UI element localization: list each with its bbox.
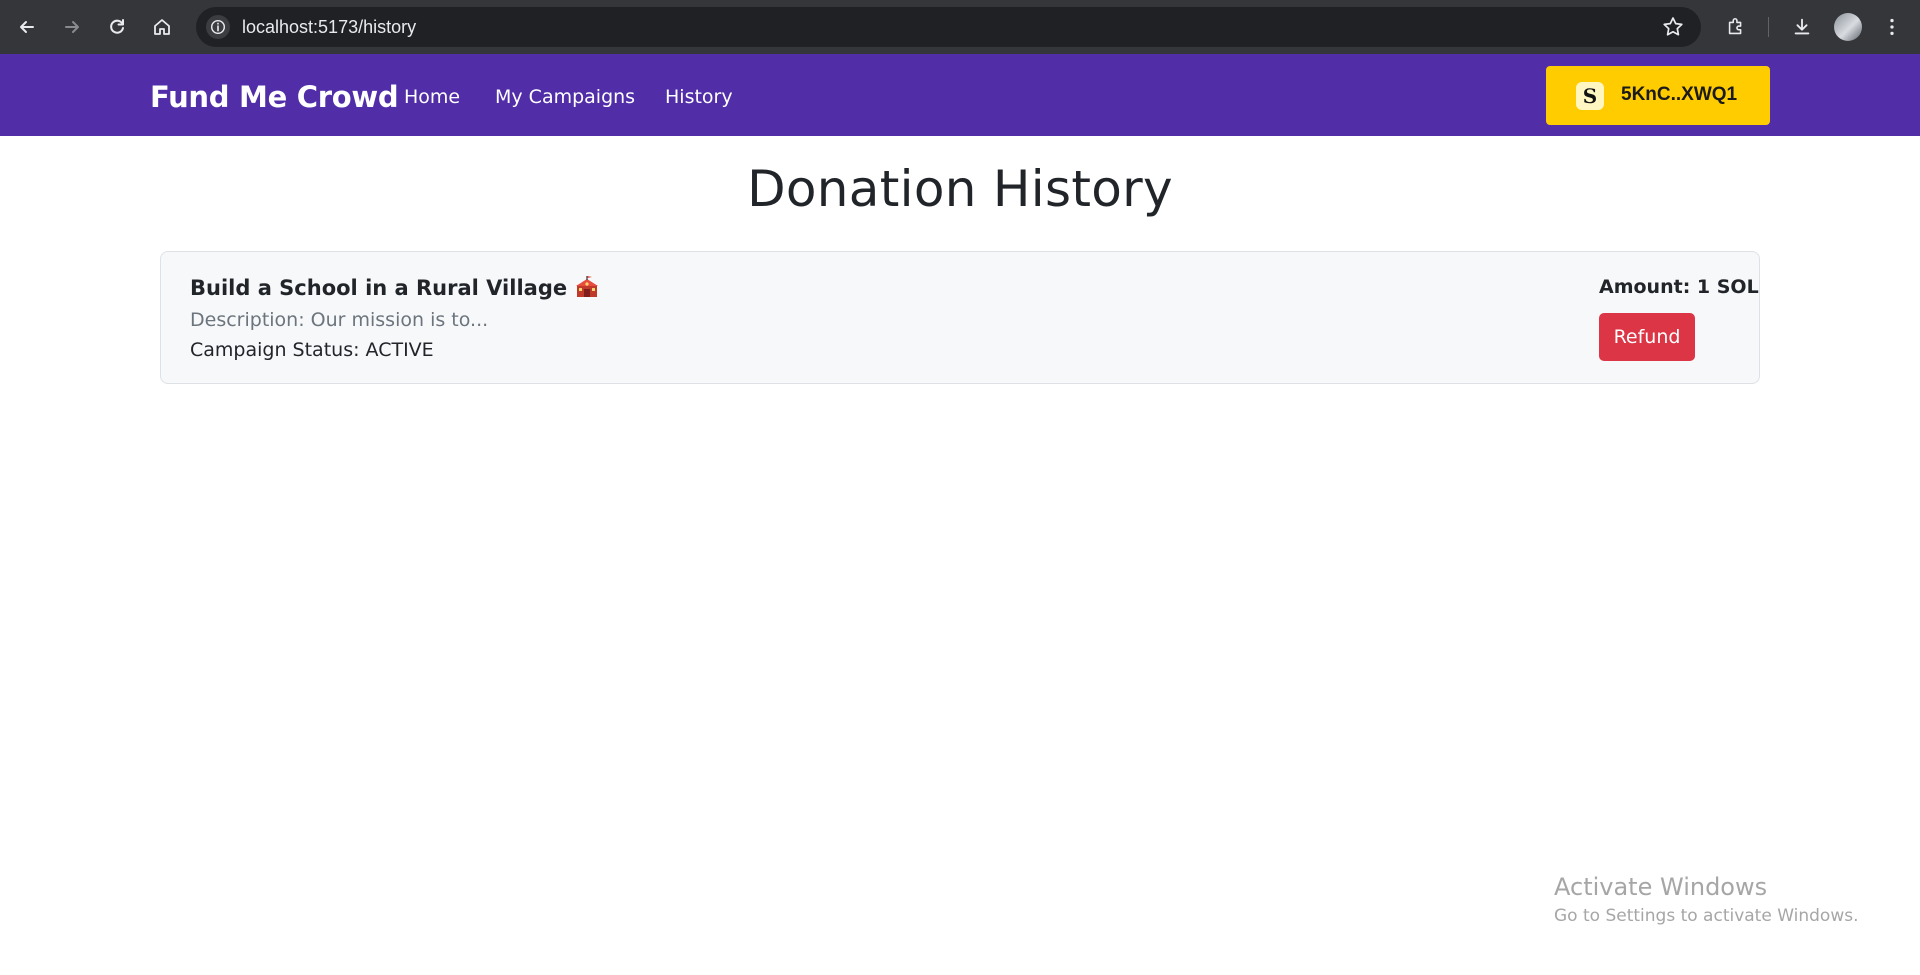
refund-button[interactable]: Refund <box>1599 313 1695 361</box>
bookmark-star-icon[interactable] <box>1661 15 1685 39</box>
donation-amount: Amount: 1 SOL <box>1599 276 1759 298</box>
profile-avatar[interactable] <box>1834 13 1862 41</box>
extensions-button[interactable] <box>1721 12 1751 42</box>
download-icon <box>1794 18 1810 35</box>
reload-icon <box>110 19 124 34</box>
browser-menu-button[interactable] <box>1877 12 1907 42</box>
downloads-button[interactable] <box>1787 12 1817 42</box>
more-vertical-icon <box>1890 18 1894 36</box>
browser-toolbar: localhost:5173/history <box>0 0 1920 54</box>
brand-logo-text[interactable]: Fund Me Crowd <box>150 80 399 114</box>
forward-button[interactable] <box>57 12 87 42</box>
donation-card: Build a School in a Rural Village Descri… <box>160 251 1760 384</box>
site-info-icon[interactable] <box>206 15 230 39</box>
page-title: Donation History <box>747 160 1173 218</box>
wallet-connect-button[interactable]: S 5KnC..XWQ1 <box>1546 66 1770 125</box>
app-navbar: Fund Me Crowd Home My Campaigns History … <box>0 54 1920 136</box>
arrow-right-icon <box>65 21 79 33</box>
campaign-description: Description: Our mission is to... <box>190 309 489 331</box>
nav-link-history[interactable]: History <box>665 86 733 108</box>
reload-button[interactable] <box>102 12 132 42</box>
activate-windows-subtitle: Go to Settings to activate Windows. <box>1554 906 1859 926</box>
school-emoji-icon <box>575 276 599 298</box>
activate-windows-title: Activate Windows <box>1554 873 1768 901</box>
nav-link-my-campaigns[interactable]: My Campaigns <box>495 86 635 108</box>
puzzle-icon <box>1728 17 1742 35</box>
arrow-left-icon <box>20 21 34 33</box>
toolbar-divider <box>1768 17 1769 37</box>
home-button[interactable] <box>147 12 177 42</box>
home-icon <box>154 19 170 35</box>
wallet-address-label: 5KnC..XWQ1 <box>1621 84 1738 105</box>
url-text[interactable]: localhost:5173/history <box>242 17 416 38</box>
campaign-title: Build a School in a Rural Village <box>190 276 599 300</box>
solana-s-icon: S <box>1576 82 1604 110</box>
campaign-title-text: Build a School in a Rural Village <box>190 276 568 300</box>
back-button[interactable] <box>12 12 42 42</box>
campaign-status: Campaign Status: ACTIVE <box>190 339 434 361</box>
address-bar[interactable]: localhost:5173/history <box>196 7 1701 47</box>
nav-link-home[interactable]: Home <box>404 86 460 108</box>
